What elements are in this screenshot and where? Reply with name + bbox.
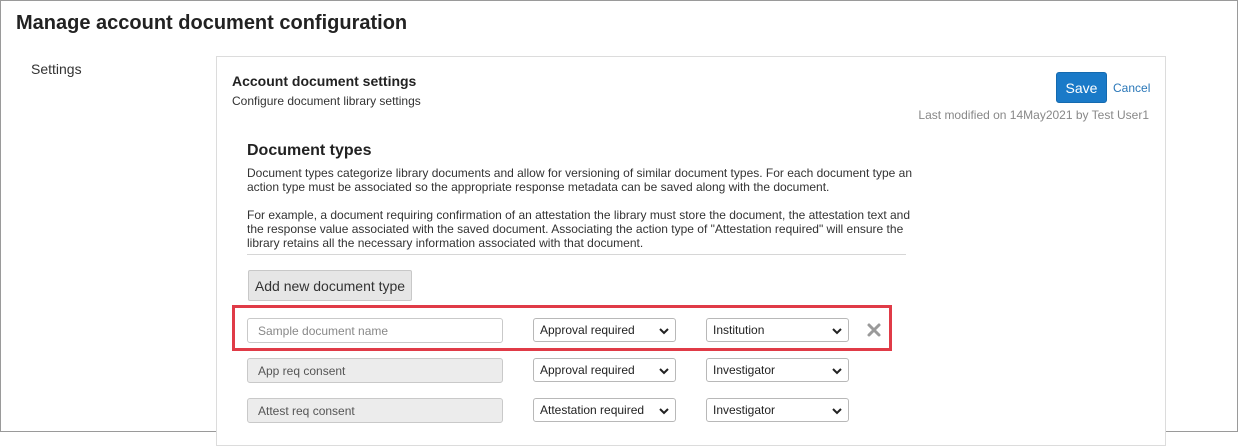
chevron-down-icon bbox=[659, 328, 669, 335]
chevron-down-icon bbox=[659, 368, 669, 375]
chevron-down-icon bbox=[659, 408, 669, 415]
role-select[interactable]: Investigator bbox=[706, 358, 849, 382]
chevron-down-icon bbox=[832, 408, 842, 415]
document-type-row: Attestation required Investigator bbox=[217, 398, 1157, 424]
chevron-down-icon bbox=[832, 328, 842, 335]
close-icon[interactable] bbox=[866, 322, 882, 338]
document-name-input bbox=[247, 358, 503, 383]
action-type-select[interactable]: Approval required bbox=[533, 358, 676, 382]
divider bbox=[247, 254, 906, 255]
add-document-type-button[interactable]: Add new document type bbox=[248, 270, 412, 301]
role-value: Investigator bbox=[713, 363, 776, 377]
role-value: Investigator bbox=[713, 403, 776, 417]
document-name-input[interactable] bbox=[247, 318, 503, 343]
panel-subtitle: Configure document library settings bbox=[232, 94, 421, 108]
document-type-row: Approval required Institution bbox=[217, 318, 1157, 344]
sidebar-item-settings[interactable]: Settings bbox=[31, 61, 82, 77]
role-select[interactable]: Institution bbox=[706, 318, 849, 342]
save-button[interactable]: Save bbox=[1056, 72, 1107, 103]
action-type-value: Approval required bbox=[540, 363, 635, 377]
role-select[interactable]: Investigator bbox=[706, 398, 849, 422]
page-title: Manage account document configuration bbox=[16, 12, 408, 34]
role-value: Institution bbox=[713, 323, 765, 337]
panel-title: Account document settings bbox=[232, 73, 417, 89]
action-type-value: Approval required bbox=[540, 323, 635, 337]
document-name-input bbox=[247, 398, 503, 423]
last-modified-text: Last modified on 14May2021 by Test User1 bbox=[918, 108, 1149, 122]
action-type-select[interactable]: Approval required bbox=[533, 318, 676, 342]
document-types-heading: Document types bbox=[247, 142, 372, 159]
cancel-link[interactable]: Cancel bbox=[1113, 81, 1150, 95]
description-paragraph: Document types categorize library docume… bbox=[247, 166, 912, 194]
chevron-down-icon bbox=[832, 368, 842, 375]
description-paragraph: For example, a document requiring confir… bbox=[247, 208, 911, 250]
action-type-select[interactable]: Attestation required bbox=[533, 398, 676, 422]
document-types-description: Document types categorize library docume… bbox=[247, 166, 912, 264]
settings-panel: Account document settings Configure docu… bbox=[216, 56, 1166, 446]
document-type-row: Approval required Investigator bbox=[217, 358, 1157, 384]
action-type-value: Attestation required bbox=[540, 403, 645, 417]
